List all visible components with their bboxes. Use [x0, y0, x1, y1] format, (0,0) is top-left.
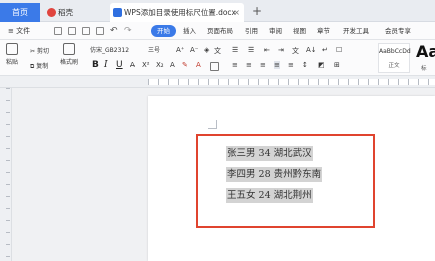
- phonetic-guide-icon[interactable]: 文: [214, 46, 221, 56]
- align-right-icon[interactable]: ≡: [260, 61, 266, 69]
- char-border-icon[interactable]: [210, 62, 219, 71]
- menu-item-section[interactable]: 章节: [317, 22, 330, 40]
- menu-item-view[interactable]: 视图: [293, 22, 306, 40]
- word-doc-icon: [113, 8, 122, 17]
- menu-item-references[interactable]: 引用: [245, 22, 258, 40]
- style-normal-preview: AaBbCcDd: [379, 48, 411, 55]
- menu-file[interactable]: ≡ 文件: [8, 22, 30, 40]
- increase-indent-icon[interactable]: ⇥: [278, 46, 284, 54]
- show-marks-icon[interactable]: ↵: [322, 46, 328, 54]
- distribute-icon[interactable]: ≡: [288, 61, 294, 69]
- highlight-icon[interactable]: ✎: [182, 61, 188, 69]
- border-icon[interactable]: ☐: [336, 46, 342, 54]
- print-icon[interactable]: [82, 27, 90, 35]
- bullets-icon[interactable]: ☰: [232, 46, 238, 54]
- redo-icon[interactable]: ↷: [124, 22, 132, 40]
- vertical-ruler[interactable]: [0, 88, 12, 261]
- menu-item-insert[interactable]: 插入: [183, 22, 196, 40]
- menu-bar: ≡ 文件 ↶ ↷ 开始 插入 页面布局 引用 审阅 视图 章节 开发工具 会员专…: [0, 22, 435, 40]
- superscript-icon[interactable]: X²: [142, 61, 150, 69]
- table-border-icon[interactable]: ⊞: [334, 61, 340, 69]
- style-heading-preview[interactable]: Aa: [416, 42, 435, 61]
- annotation-highlight-box: [196, 134, 375, 228]
- menu-item-member[interactable]: 会员专享: [385, 22, 411, 40]
- bold-button[interactable]: B: [92, 59, 99, 71]
- ribbon-home: 粘贴 ✂ 剪切 ⧉ 复制 格式刷 仿宋_GB2312 三号 A⁺ A⁻ ◈ 文 …: [0, 40, 435, 76]
- clear-format-icon[interactable]: ◈: [204, 46, 209, 54]
- align-left-icon[interactable]: ≡: [232, 61, 238, 69]
- home-tab[interactable]: 首页: [0, 3, 40, 22]
- chinese-layout-icon[interactable]: 文: [292, 46, 299, 56]
- sort-icon[interactable]: A↓: [306, 46, 317, 54]
- menu-item-developer[interactable]: 开发工具: [343, 22, 369, 40]
- shading-icon[interactable]: ◩: [318, 61, 325, 69]
- grow-font-icon[interactable]: A⁺: [176, 46, 184, 54]
- tab-document[interactable]: WPS添加目录使用标尺位置.docx ×: [110, 3, 244, 22]
- copy-label: 复制: [36, 63, 49, 70]
- style-normal-label: 正文: [388, 63, 400, 69]
- paste-button[interactable]: 粘贴: [6, 43, 18, 66]
- menu-item-page-layout[interactable]: 页面布局: [207, 22, 233, 40]
- cut-button[interactable]: ✂ 剪切: [30, 46, 49, 55]
- tab-docer[interactable]: 稻壳: [44, 3, 106, 22]
- plus-icon[interactable]: +: [250, 3, 264, 19]
- align-center-icon[interactable]: ≡: [246, 61, 252, 69]
- tab-docer-label: 稻壳: [58, 8, 73, 17]
- style-normal[interactable]: AaBbCcDd 正文: [378, 43, 411, 73]
- wps-writer-window: 首页 稻壳 WPS添加目录使用标尺位置.docx × + ≡ 文件 ↶ ↷ 开始…: [0, 0, 435, 261]
- font-effects-icon[interactable]: A: [170, 61, 175, 69]
- style-heading-label: 标: [421, 66, 427, 72]
- print-preview-icon[interactable]: [96, 27, 104, 35]
- font-size-select[interactable]: 三号: [148, 45, 174, 56]
- undo-icon[interactable]: ↶: [110, 22, 118, 40]
- italic-button[interactable]: I: [104, 59, 108, 71]
- clipboard-icon: [6, 43, 18, 55]
- strikethrough-icon[interactable]: A̶: [130, 61, 135, 69]
- paste-label: 粘贴: [6, 59, 19, 66]
- menu-item-home[interactable]: 开始: [151, 25, 176, 37]
- underline-button[interactable]: U: [116, 59, 123, 71]
- horizontal-ruler[interactable]: [0, 76, 435, 88]
- justify-icon[interactable]: ≡: [274, 61, 280, 69]
- shrink-font-icon[interactable]: A⁻: [190, 46, 198, 54]
- margin-corner-mark: [208, 120, 217, 129]
- ruler-scale: [148, 79, 435, 85]
- font-color-icon[interactable]: A: [196, 61, 201, 69]
- format-painter-button[interactable]: 格式刷: [60, 43, 78, 66]
- cut-label: 剪切: [36, 48, 49, 55]
- export-pdf-icon[interactable]: [68, 27, 76, 35]
- menu-item-review[interactable]: 审阅: [269, 22, 282, 40]
- format-painter-label: 格式刷: [60, 59, 79, 66]
- copy-button[interactable]: ⧉ 复制: [30, 61, 48, 71]
- save-icon[interactable]: [54, 27, 62, 35]
- font-name-select[interactable]: 仿宋_GB2312: [88, 45, 140, 56]
- line-spacing-icon[interactable]: ↕: [302, 61, 308, 69]
- decrease-indent-icon[interactable]: ⇤: [264, 46, 270, 54]
- subscript-icon[interactable]: X₂: [156, 61, 164, 69]
- docer-icon: [47, 8, 56, 17]
- tab-document-label: WPS添加目录使用标尺位置.docx: [124, 8, 236, 17]
- title-tab-bar: 首页 稻壳 WPS添加目录使用标尺位置.docx × +: [0, 0, 435, 22]
- brush-icon: [63, 43, 75, 55]
- numbering-icon[interactable]: ☰: [248, 46, 254, 54]
- close-tab-icon[interactable]: ×: [233, 3, 240, 22]
